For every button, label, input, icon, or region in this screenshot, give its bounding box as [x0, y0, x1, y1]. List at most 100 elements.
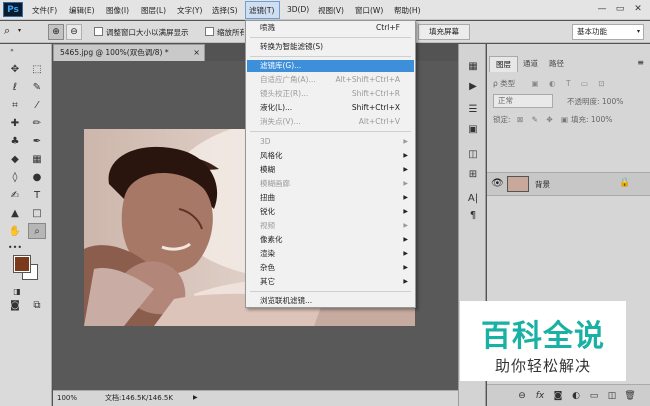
rectangle-tool-icon[interactable]: □	[28, 206, 46, 222]
menu-filter[interactable]: 滤镜(T)	[249, 5, 274, 16]
quick-mask-icon[interactable]: ◙	[6, 298, 24, 314]
workspace-select[interactable]: 基本功能 ▾	[572, 24, 644, 40]
filter-menu-item-blur-gallery[interactable]: 模糊画廊 ▶	[247, 178, 414, 190]
tab-paths[interactable]: 路径	[543, 56, 570, 72]
filter-menu-item-splash[interactable]: 喷溅 Ctrl+F	[247, 22, 414, 34]
history-panel-icon[interactable]: ▦	[464, 59, 482, 75]
adjustments-panel-icon[interactable]: ▣	[464, 122, 482, 138]
zoom-tool-icon[interactable]: ⌕	[4, 24, 10, 38]
zoom-all-checkbox[interactable]	[205, 27, 214, 36]
zoom-level[interactable]: 100%	[57, 391, 77, 405]
hand-tool-icon[interactable]: ✋	[6, 224, 24, 240]
pen-tool-icon[interactable]: ✍	[6, 188, 24, 204]
marquee-tool-icon[interactable]: ⬚	[28, 62, 46, 78]
layer-kind-filter[interactable]: ρ 类型 ▣ ◐ T ▭ ⊡	[493, 76, 643, 92]
filter-menu-item-vanishing-point[interactable]: 消失点(V)... Alt+Ctrl+V	[247, 116, 414, 128]
blend-mode-select[interactable]: 正常	[493, 94, 553, 108]
close-icon[interactable]: ×	[193, 45, 200, 61]
lock-icons[interactable]: ⊠ ✎ ✥ ▣	[517, 112, 571, 128]
actions-panel-icon[interactable]: ▶	[464, 79, 482, 95]
menu-type[interactable]: 文字(Y)	[177, 5, 202, 16]
document-info: 文档:146.5K/146.5K	[105, 394, 173, 402]
filter-menu-item-other[interactable]: 其它 ▶	[247, 276, 414, 288]
new-layer-icon[interactable]: ◫	[605, 389, 619, 403]
menu-3d[interactable]: 3D(D)	[287, 5, 309, 14]
chevron-right-icon: ▶	[403, 152, 408, 159]
clone-stamp-tool-icon[interactable]: ♣	[6, 134, 24, 150]
panel-menu-icon[interactable]: ≡	[637, 58, 644, 67]
menu-select[interactable]: 选择(S)	[212, 5, 238, 16]
adjustment-layer-icon[interactable]: ◐	[569, 389, 583, 403]
layer-mask-icon[interactable]: ◙	[551, 389, 565, 403]
resize-window-checkbox[interactable]	[94, 27, 103, 36]
menu-edit[interactable]: 编辑(E)	[69, 5, 95, 16]
type-tool-icon[interactable]: T	[28, 188, 46, 204]
filter-icons[interactable]: ▣ ◐ T ▭ ⊡	[532, 79, 609, 88]
dodge-tool-icon[interactable]: ●	[28, 170, 46, 186]
tab-layers[interactable]: 图层	[489, 56, 518, 72]
fill-field[interactable]: 填充: 100%	[571, 112, 612, 128]
eye-icon[interactable]: 👁	[491, 178, 504, 189]
menu-help[interactable]: 帮助(H)	[394, 5, 421, 16]
character-panel-icon[interactable]: A|	[464, 191, 482, 207]
trash-icon[interactable]: 🗑	[623, 389, 637, 403]
filter-menu-item-render[interactable]: 渲染 ▶	[247, 248, 414, 260]
eyedropper-tool-icon[interactable]: ⁄	[28, 98, 46, 114]
healing-brush-tool-icon[interactable]: ✚	[6, 116, 24, 132]
chevron-down-icon[interactable]: ▾	[18, 27, 21, 34]
zoom-tool-icon[interactable]: ⌕	[28, 223, 46, 239]
layer-thumbnail	[507, 176, 529, 192]
filter-menu-item-browse-online[interactable]: 浏览联机滤镜...	[247, 295, 414, 307]
filter-menu-item-video[interactable]: 视频 ▶	[247, 220, 414, 232]
crop-tool-icon[interactable]: ⌗	[6, 98, 24, 114]
filter-menu-item-stylize[interactable]: 风格化 ▶	[247, 150, 414, 162]
close-button[interactable]: ✕	[630, 2, 646, 16]
foreground-color-swatch[interactable]	[13, 255, 31, 273]
layer-style-icon[interactable]: fx	[533, 389, 547, 403]
layer-row-background[interactable]: 👁 背景 🔒	[487, 172, 650, 196]
filter-menu: 喷溅 Ctrl+F 转换为智能滤镜(S) 滤镜库(G)... 自适应广角(A).…	[245, 20, 416, 308]
filter-menu-item-blur[interactable]: 模糊 ▶	[247, 164, 414, 176]
filter-menu-item-liquify[interactable]: 液化(L)... Shift+Ctrl+X	[247, 102, 414, 114]
filter-menu-item-smart-filter[interactable]: 转换为智能滤镜(S)	[247, 41, 414, 53]
zoom-out-icon[interactable]: ⊖	[66, 24, 82, 40]
menu-view[interactable]: 视图(V)	[318, 5, 344, 16]
gradient-tool-icon[interactable]: ▦	[28, 152, 46, 168]
lasso-tool-icon[interactable]: ℓ	[6, 80, 24, 96]
menu-image[interactable]: 图像(I)	[106, 5, 129, 16]
filter-menu-item-pixelate[interactable]: 像素化 ▶	[247, 234, 414, 246]
document-tab[interactable]: 5465.jpg @ 100%(双色调/8) * ×	[53, 44, 205, 61]
minimize-button[interactable]: —	[594, 2, 610, 16]
menu-layer[interactable]: 图层(L)	[141, 5, 166, 16]
eraser-tool-icon[interactable]: ◆	[6, 152, 24, 168]
screen-mode-icon[interactable]: ⧉	[28, 298, 46, 314]
filter-menu-item-distort[interactable]: 扭曲 ▶	[247, 192, 414, 204]
tab-channels[interactable]: 通道	[517, 56, 544, 72]
brush-tool-icon[interactable]: ✏	[28, 116, 46, 132]
properties-panel-icon[interactable]: ☰	[464, 102, 482, 118]
opacity-field[interactable]: 不透明度: 100%	[567, 94, 623, 110]
link-layers-icon[interactable]: ⊖	[515, 389, 529, 403]
filter-menu-item-adaptive-wide-angle[interactable]: 自适应广角(A)... Alt+Shift+Ctrl+A	[247, 74, 414, 86]
filter-menu-item-lens-correction[interactable]: 镜头校正(R)... Shift+Ctrl+R	[247, 88, 414, 100]
filter-menu-item-sharpen[interactable]: 锐化 ▶	[247, 206, 414, 218]
filter-menu-item-noise[interactable]: 杂色 ▶	[247, 262, 414, 274]
path-select-tool-icon[interactable]: ▲	[6, 206, 24, 222]
filter-menu-item-filter-gallery[interactable]: 滤镜库(G)...	[247, 60, 414, 72]
zoom-in-icon[interactable]: ⊕	[48, 24, 64, 40]
paragraph-panel-icon[interactable]: ¶	[464, 208, 482, 224]
more-tools-icon[interactable]: •••	[6, 240, 24, 256]
move-tool-icon[interactable]: ✥	[6, 62, 24, 78]
menu-file[interactable]: 文件(F)	[32, 5, 57, 16]
restore-button[interactable]: ▭	[612, 2, 628, 16]
blur-tool-icon[interactable]: ◊	[6, 170, 24, 186]
collapse-icon[interactable]: »	[3, 48, 21, 54]
quick-select-tool-icon[interactable]: ✎	[28, 80, 46, 96]
filter-menu-item-3d[interactable]: 3D ▶	[247, 136, 414, 148]
new-group-icon[interactable]: ▭	[587, 389, 601, 403]
menu-window[interactable]: 窗口(W)	[355, 5, 383, 16]
fill-screen-button[interactable]: 填充屏幕	[418, 24, 470, 40]
chevron-right-icon[interactable]: ▶	[193, 391, 198, 405]
status-bar: 100% 文档:146.5K/146.5K ▶	[53, 390, 458, 406]
history-brush-tool-icon[interactable]: ✒	[28, 134, 46, 150]
